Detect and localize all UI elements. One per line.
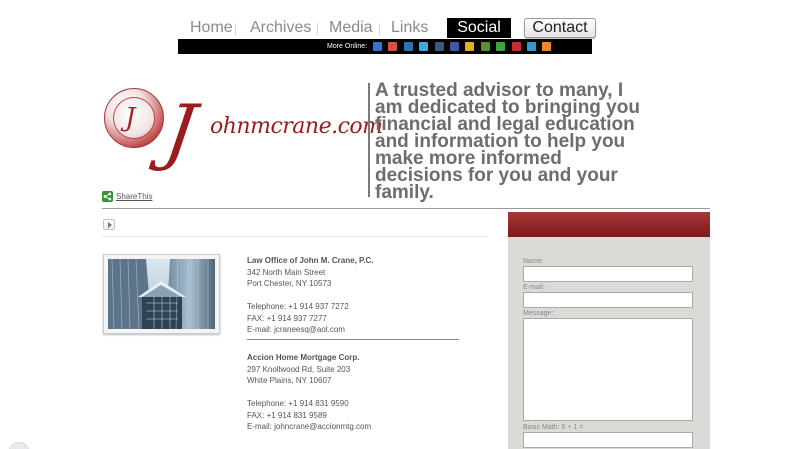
myspace-icon[interactable]: [465, 42, 475, 51]
email-field[interactable]: [523, 292, 693, 308]
nav-separator: [235, 23, 236, 35]
message-field[interactable]: [523, 318, 693, 421]
nav-separator: [379, 23, 380, 35]
building-image: [108, 259, 215, 329]
logo-script-j[interactable]: J: [160, 89, 201, 173]
more-online-label: More Online:: [327, 43, 368, 50]
office-city: Port Chester, NY 10573: [247, 279, 332, 288]
message-label: Message:: [523, 310, 554, 317]
nav-separator: [317, 23, 318, 35]
tagline: A trusted advisor to many, I am dedicate…: [375, 80, 640, 203]
add-icon[interactable]: [496, 42, 506, 51]
office-phone: Telephone: +1 914 831 9590: [247, 399, 349, 408]
blogger-icon[interactable]: [388, 42, 398, 51]
logo-wordmark[interactable]: ohnmcrane.com: [210, 114, 383, 140]
play-icon[interactable]: [103, 219, 115, 230]
contact-form-panel: Name: E-mail: Message: Basic Math: 5 + 1…: [508, 212, 710, 449]
vimeo-icon[interactable]: [527, 42, 536, 51]
nav-media[interactable]: Media: [329, 18, 373, 38]
digg-icon[interactable]: [480, 42, 490, 51]
contact-form-header: [508, 212, 710, 237]
name-field[interactable]: [523, 266, 693, 282]
share-icon: [102, 191, 113, 202]
tumblr-icon[interactable]: [434, 42, 444, 51]
office-building-photo: [103, 254, 220, 334]
logo-monogram-inner: J: [113, 97, 155, 139]
header-divider: [368, 83, 370, 197]
flickr-icon[interactable]: [450, 42, 459, 51]
nav-archives[interactable]: Archives: [250, 18, 311, 38]
top-nav: Home Archives Media Links Social Contact: [178, 18, 598, 40]
office-fax: FAX: +1 914 937 7277: [247, 313, 327, 323]
math-answer-field[interactable]: [523, 432, 693, 448]
nav-social[interactable]: Social: [447, 18, 511, 38]
address-divider: [247, 339, 459, 340]
header-rule: [102, 208, 710, 209]
delicious-icon[interactable]: [373, 42, 382, 51]
office-name: Accion Home Mortgage Corp.: [247, 353, 360, 362]
share-this-link[interactable]: ShareThis: [116, 191, 152, 203]
office-fax: FAX: +1 914 831 9589: [247, 410, 327, 420]
email-label: E-mail:: [523, 284, 545, 291]
nav-contact[interactable]: Contact: [524, 18, 596, 38]
logo-monogram-badge[interactable]: J: [104, 88, 164, 148]
office-city: White Plains, NY 10607: [247, 376, 332, 385]
office-email[interactable]: E-mail: jcraneesq@aol.com: [247, 324, 374, 336]
nav-home[interactable]: Home: [190, 18, 233, 38]
corner-widget[interactable]: [8, 442, 30, 449]
office-street: 297 Knollwood Rd, Suite 203: [247, 364, 351, 374]
office-email[interactable]: E-mail: johncrane@accionmtg.com: [247, 421, 371, 433]
office-name: Law Office of John M. Crane, P.C.: [247, 256, 374, 265]
office-phone: Telephone: +1 914 937 7272: [247, 302, 349, 311]
nav-links[interactable]: Links: [391, 18, 428, 38]
twitter-icon[interactable]: [419, 42, 429, 51]
youtube-icon[interactable]: [511, 42, 521, 51]
math-label: Basic Math: 5 + 1 =: [523, 424, 584, 431]
rss-icon[interactable]: [542, 42, 552, 51]
logo-monogram-letter: J: [125, 103, 136, 133]
linkedin-icon[interactable]: [403, 42, 413, 51]
content-rule: [102, 236, 488, 237]
mortgage-office-address: Accion Home Mortgage Corp. 297 Knollwood…: [247, 352, 371, 433]
office-street: 342 North Main Street: [247, 267, 326, 277]
more-online-bar: More Online:: [178, 39, 592, 54]
name-label: Name:: [523, 258, 544, 265]
law-office-address: Law Office of John M. Crane, P.C. 342 No…: [247, 255, 374, 336]
